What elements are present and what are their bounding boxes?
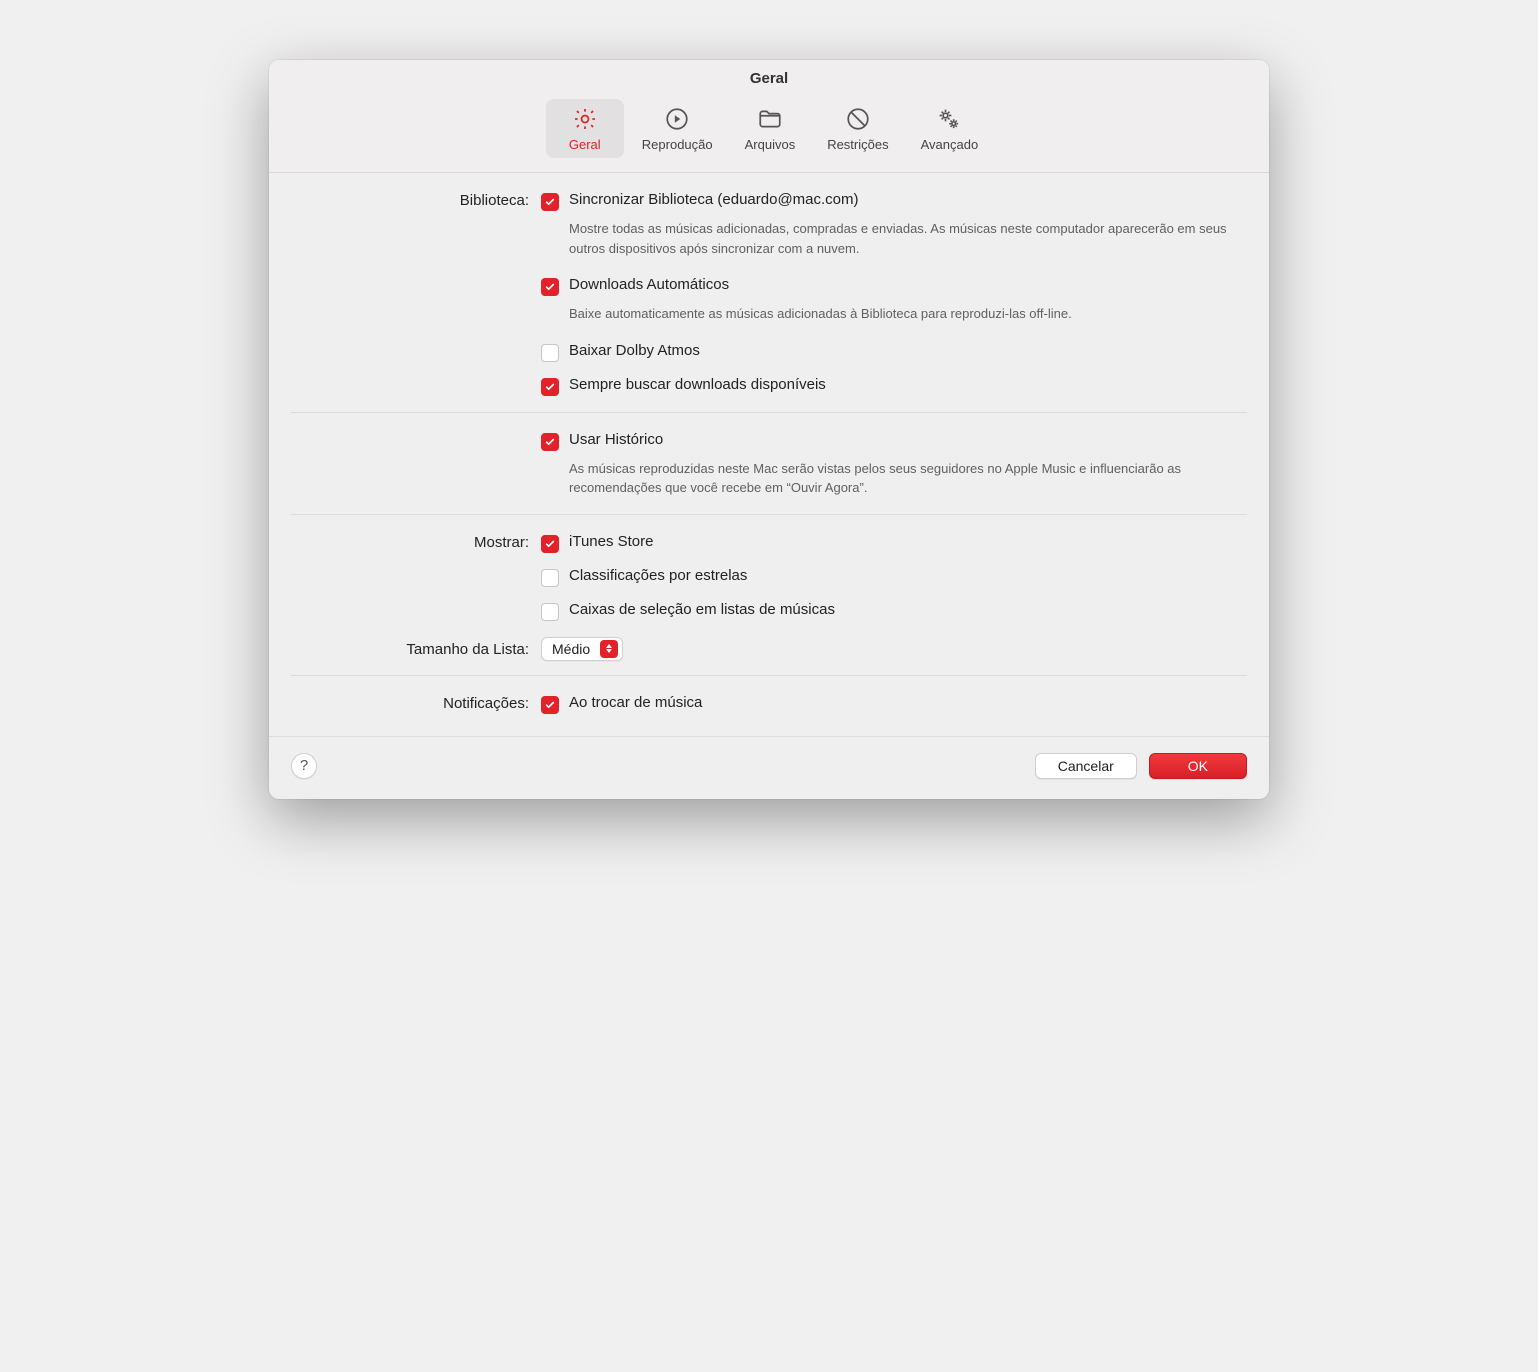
checkbox-label: iTunes Store: [569, 533, 654, 550]
checkbox-label: Sincronizar Biblioteca (eduardo@mac.com): [569, 191, 859, 208]
checkbox-fetch-downloads[interactable]: [541, 378, 559, 396]
toolbar: Geral Reprodução Arquivos Restrições Ava…: [269, 93, 1269, 173]
ok-button[interactable]: OK: [1149, 753, 1247, 779]
checkbox-sync-library[interactable]: [541, 193, 559, 211]
no-entry-icon: [844, 105, 872, 133]
help-text-autodl: Baixe automaticamente as músicas adicion…: [569, 304, 1247, 324]
footer: ? Cancelar OK: [269, 736, 1269, 799]
divider: [291, 412, 1247, 413]
checkbox-label: Ao trocar de música: [569, 694, 702, 711]
preferences-window: Geral Geral Reprodução Arquivos Restriçõ…: [269, 60, 1269, 799]
tab-avancado[interactable]: Avançado: [907, 99, 993, 158]
select-list-size[interactable]: Médio: [541, 637, 623, 661]
section-label-notificacoes: Notificações:: [291, 694, 541, 718]
double-gear-icon: [935, 105, 963, 133]
section-label-tamanho: Tamanho da Lista:: [291, 640, 541, 658]
checkbox-label: Caixas de seleção em listas de músicas: [569, 601, 835, 618]
tab-geral[interactable]: Geral: [546, 99, 624, 158]
help-button[interactable]: ?: [291, 753, 317, 779]
content: Biblioteca: Sincronizar Biblioteca (edua…: [269, 173, 1269, 718]
tab-reproducao[interactable]: Reprodução: [628, 99, 727, 158]
folder-icon: [756, 105, 784, 133]
checkbox-label: Baixar Dolby Atmos: [569, 342, 700, 359]
checkbox-label: Sempre buscar downloads disponíveis: [569, 376, 826, 393]
checkbox-label: Classificações por estrelas: [569, 567, 747, 584]
checkbox-use-history[interactable]: [541, 433, 559, 451]
checkbox-dolby-atmos[interactable]: [541, 344, 559, 362]
tab-label: Restrições: [827, 137, 888, 152]
cancel-button[interactable]: Cancelar: [1035, 753, 1137, 779]
play-circle-icon: [663, 105, 691, 133]
section-label-mostrar: Mostrar:: [291, 533, 541, 627]
tab-label: Reprodução: [642, 137, 713, 152]
tab-label: Geral: [569, 137, 601, 152]
tab-restricoes[interactable]: Restrições: [813, 99, 902, 158]
tab-label: Avançado: [921, 137, 979, 152]
tab-arquivos[interactable]: Arquivos: [731, 99, 810, 158]
help-text-history: As músicas reproduzidas neste Mac serão …: [569, 459, 1247, 498]
tab-label: Arquivos: [745, 137, 796, 152]
help-text-sync: Mostre todas as músicas adicionadas, com…: [569, 219, 1247, 258]
checkbox-star-ratings[interactable]: [541, 569, 559, 587]
divider: [291, 675, 1247, 676]
chevron-up-down-icon: [600, 640, 618, 658]
checkbox-itunes-store[interactable]: [541, 535, 559, 553]
divider: [291, 514, 1247, 515]
window-title: Geral: [269, 60, 1269, 93]
checkbox-auto-downloads[interactable]: [541, 278, 559, 296]
gear-icon: [571, 105, 599, 133]
section-label-biblioteca: Biblioteca:: [291, 191, 541, 402]
checkbox-label: Usar Histórico: [569, 431, 663, 448]
checkbox-label: Downloads Automáticos: [569, 276, 729, 293]
checkbox-list-checkboxes[interactable]: [541, 603, 559, 621]
checkbox-song-change-notify[interactable]: [541, 696, 559, 714]
select-value: Médio: [552, 641, 590, 657]
